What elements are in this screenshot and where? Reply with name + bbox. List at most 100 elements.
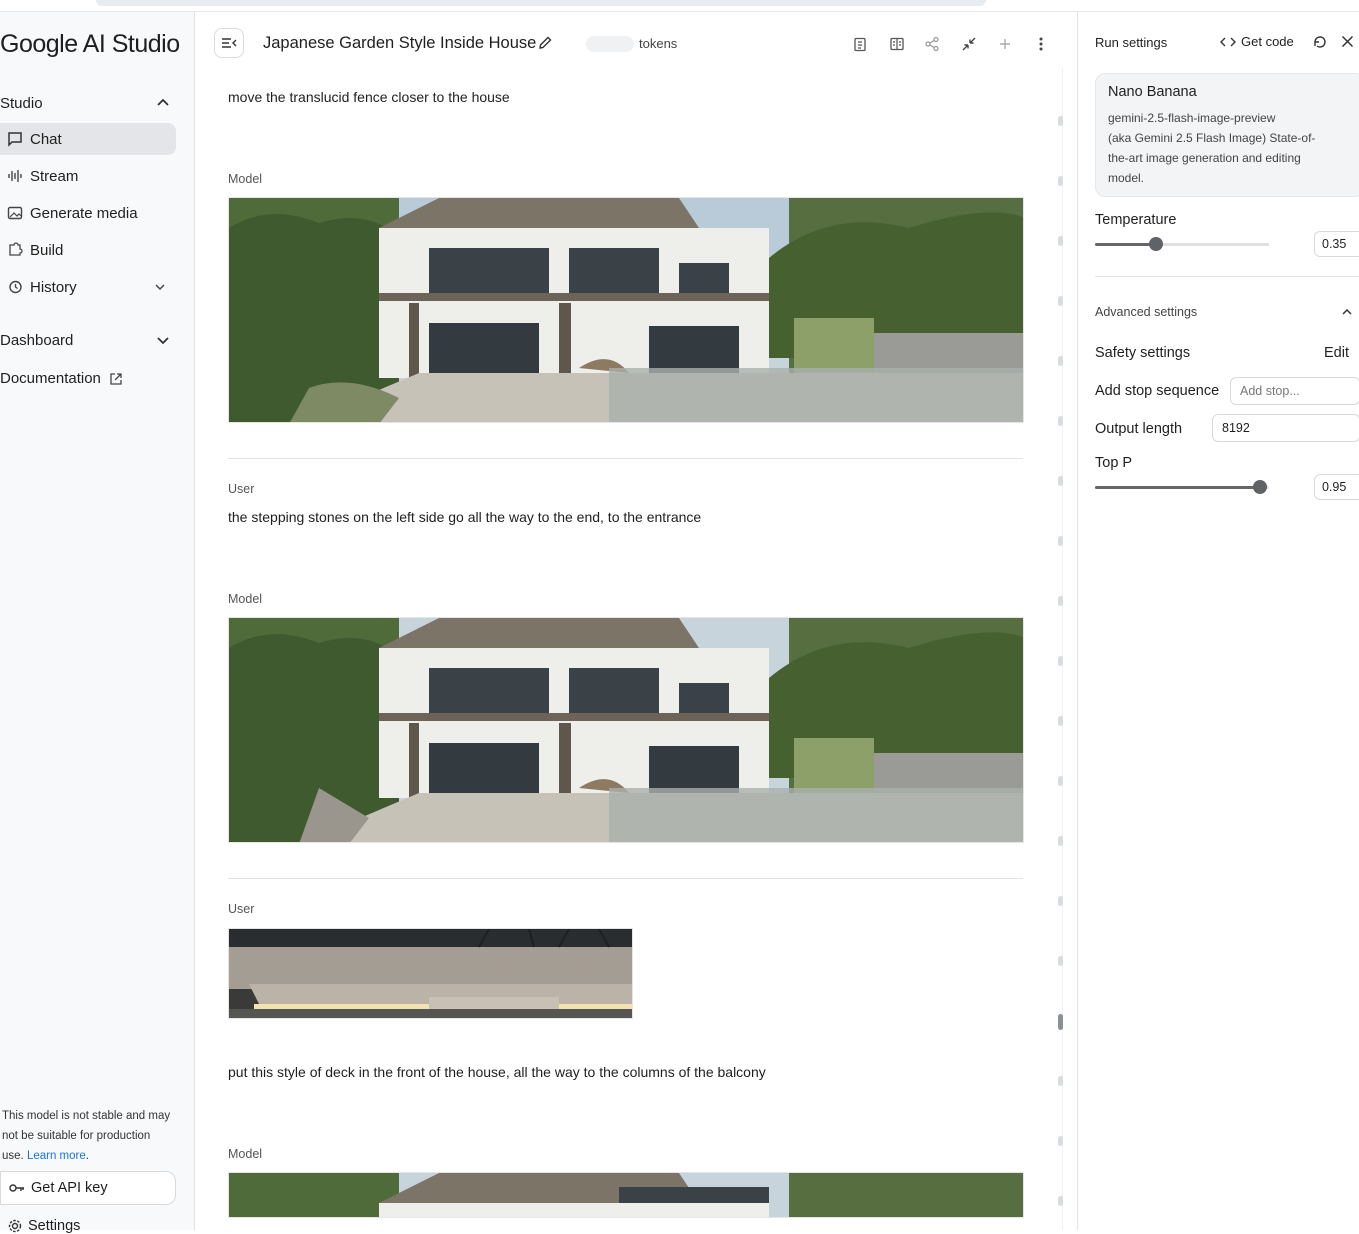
gear-icon xyxy=(8,1219,22,1233)
message-role-label: Model xyxy=(228,592,263,606)
turn-marker[interactable] xyxy=(1058,596,1063,606)
message-role-label: User xyxy=(228,902,255,916)
turn-marker[interactable] xyxy=(1058,956,1063,966)
chevron-up-icon xyxy=(157,98,169,106)
app-logo[interactable]: Google AI Studio xyxy=(0,30,180,59)
sidebar-item-label: Generate media xyxy=(30,204,138,222)
slider-thumb[interactable] xyxy=(1149,237,1163,251)
dashboard-label: Dashboard xyxy=(0,331,74,349)
documentation-link[interactable]: Documentation xyxy=(0,370,123,387)
sidebar-item-history[interactable]: History xyxy=(0,271,176,303)
message-role-label: Model xyxy=(228,1147,263,1161)
dashboard-section-header[interactable]: Dashboard xyxy=(0,329,170,351)
reference-deck-image[interactable] xyxy=(228,928,633,1019)
get-code-button[interactable]: Get code xyxy=(1220,34,1294,49)
safety-edit-button[interactable]: Edit xyxy=(1324,345,1349,361)
token-count-placeholder xyxy=(586,36,634,52)
turn-marker[interactable] xyxy=(1058,176,1063,186)
advanced-settings-label: Advanced settings xyxy=(1095,305,1198,319)
section-divider xyxy=(1095,276,1359,277)
documentation-label: Documentation xyxy=(0,370,101,387)
user-message: the stepping stones on the left side go … xyxy=(228,509,702,525)
top-p-value[interactable]: 0.95 xyxy=(1314,474,1359,500)
message-divider xyxy=(228,458,1023,459)
turn-marker[interactable] xyxy=(1058,896,1063,906)
temperature-slider[interactable] xyxy=(1095,237,1269,251)
pencil-icon[interactable] xyxy=(537,35,553,51)
sidebar-item-generate-media[interactable]: Generate media xyxy=(0,197,176,229)
settings-label: Settings xyxy=(28,1218,81,1234)
more-vert-icon[interactable] xyxy=(1031,34,1051,54)
turn-marker[interactable] xyxy=(1058,1076,1063,1086)
generated-house-image[interactable] xyxy=(228,1172,1024,1218)
chevron-up-icon xyxy=(1342,308,1352,315)
advanced-settings-toggle[interactable]: Advanced settings xyxy=(1095,305,1353,319)
studio-label: Studio xyxy=(0,94,43,112)
learn-more-link[interactable]: Learn more xyxy=(27,1150,86,1162)
model-name: Nano Banana xyxy=(1108,84,1197,100)
left-sidebar: Google AI Studio Studio Chat Stream Gene… xyxy=(0,12,195,1234)
studio-section-header[interactable]: Studio xyxy=(0,92,170,114)
turn-marker[interactable] xyxy=(1058,836,1063,846)
turn-marker[interactable] xyxy=(1058,356,1063,366)
turn-marker[interactable] xyxy=(1058,476,1063,486)
turn-marker[interactable] xyxy=(1058,716,1063,726)
chevron-down-icon xyxy=(157,337,169,345)
sidebar-item-stream[interactable]: Stream xyxy=(0,160,176,192)
get-code-label: Get code xyxy=(1241,34,1294,49)
turn-marker[interactable] xyxy=(1058,1136,1063,1146)
top-p-slider[interactable] xyxy=(1095,480,1269,494)
address-bar[interactable] xyxy=(96,0,986,6)
user-message: move the translucid fence closer to the … xyxy=(228,89,510,105)
turn-marker[interactable] xyxy=(1058,116,1063,126)
run-settings-title: Run settings xyxy=(1095,35,1168,50)
output-length-label: Output length xyxy=(1095,421,1183,437)
turn-marker[interactable] xyxy=(1058,776,1063,786)
message-divider xyxy=(228,878,1023,879)
turn-marker[interactable] xyxy=(1058,236,1063,246)
model-description: (aka Gemini 2.5 Flash Image) State-of-th… xyxy=(1108,131,1316,185)
slider-thumb[interactable] xyxy=(1253,480,1267,494)
sidebar-item-label: Stream xyxy=(30,167,79,185)
api-key-label: Get API key xyxy=(31,1180,108,1196)
page-title[interactable]: Japanese Garden Style Inside House xyxy=(263,34,536,53)
turn-marker[interactable] xyxy=(1058,1196,1063,1206)
sidebar-item-label: Build xyxy=(30,241,64,259)
clipboard-icon[interactable] xyxy=(850,34,870,54)
sidebar-item-build[interactable]: Build xyxy=(0,234,176,266)
stop-sequence-input[interactable]: Add stop... xyxy=(1230,377,1359,405)
external-link-icon xyxy=(110,372,122,385)
browser-top-strip xyxy=(0,0,1359,12)
turn-marker[interactable] xyxy=(1058,416,1063,426)
key-icon xyxy=(9,1184,24,1192)
turn-marker[interactable] xyxy=(1058,536,1063,546)
conversation-scroll-track[interactable] xyxy=(1056,116,1066,1216)
top-p-label: Top P xyxy=(1095,455,1133,471)
slider-fill xyxy=(1095,486,1260,489)
close-icon[interactable] xyxy=(1341,35,1354,48)
model-selector-card[interactable]: Nano Banana gemini-2.5-flash-image-previ… xyxy=(1095,73,1359,197)
compress-icon[interactable] xyxy=(959,34,979,54)
turn-marker[interactable] xyxy=(1058,296,1063,306)
share-icon[interactable] xyxy=(922,34,942,54)
tokens-label: tokens xyxy=(639,36,678,51)
chat-history[interactable]: move the translucid fence closer to the … xyxy=(196,68,1062,1230)
generated-house-image[interactable] xyxy=(228,197,1024,423)
settings-link[interactable]: Settings xyxy=(8,1218,80,1234)
get-api-key-button[interactable]: Get API key xyxy=(0,1171,176,1205)
current-turn-marker[interactable] xyxy=(1058,1014,1063,1030)
temperature-value[interactable]: 0.35 xyxy=(1314,231,1359,257)
sidebar-item-label: Chat xyxy=(30,130,62,148)
toggle-sidebar-button[interactable] xyxy=(214,28,244,58)
turn-marker[interactable] xyxy=(1058,656,1063,666)
chevron-down-icon xyxy=(155,284,165,291)
model-disclaimer: This model is not stable and may not be … xyxy=(2,1110,171,1162)
menu-collapse-icon xyxy=(222,38,237,48)
add-icon[interactable] xyxy=(995,34,1015,54)
reset-icon[interactable] xyxy=(1312,34,1328,50)
output-length-input[interactable]: 8192 xyxy=(1212,414,1359,442)
stop-sequence-label: Add stop sequence xyxy=(1095,383,1220,399)
sidebar-item-chat[interactable]: Chat xyxy=(0,123,176,155)
generated-house-image[interactable] xyxy=(228,617,1024,843)
compare-icon[interactable] xyxy=(887,34,907,54)
